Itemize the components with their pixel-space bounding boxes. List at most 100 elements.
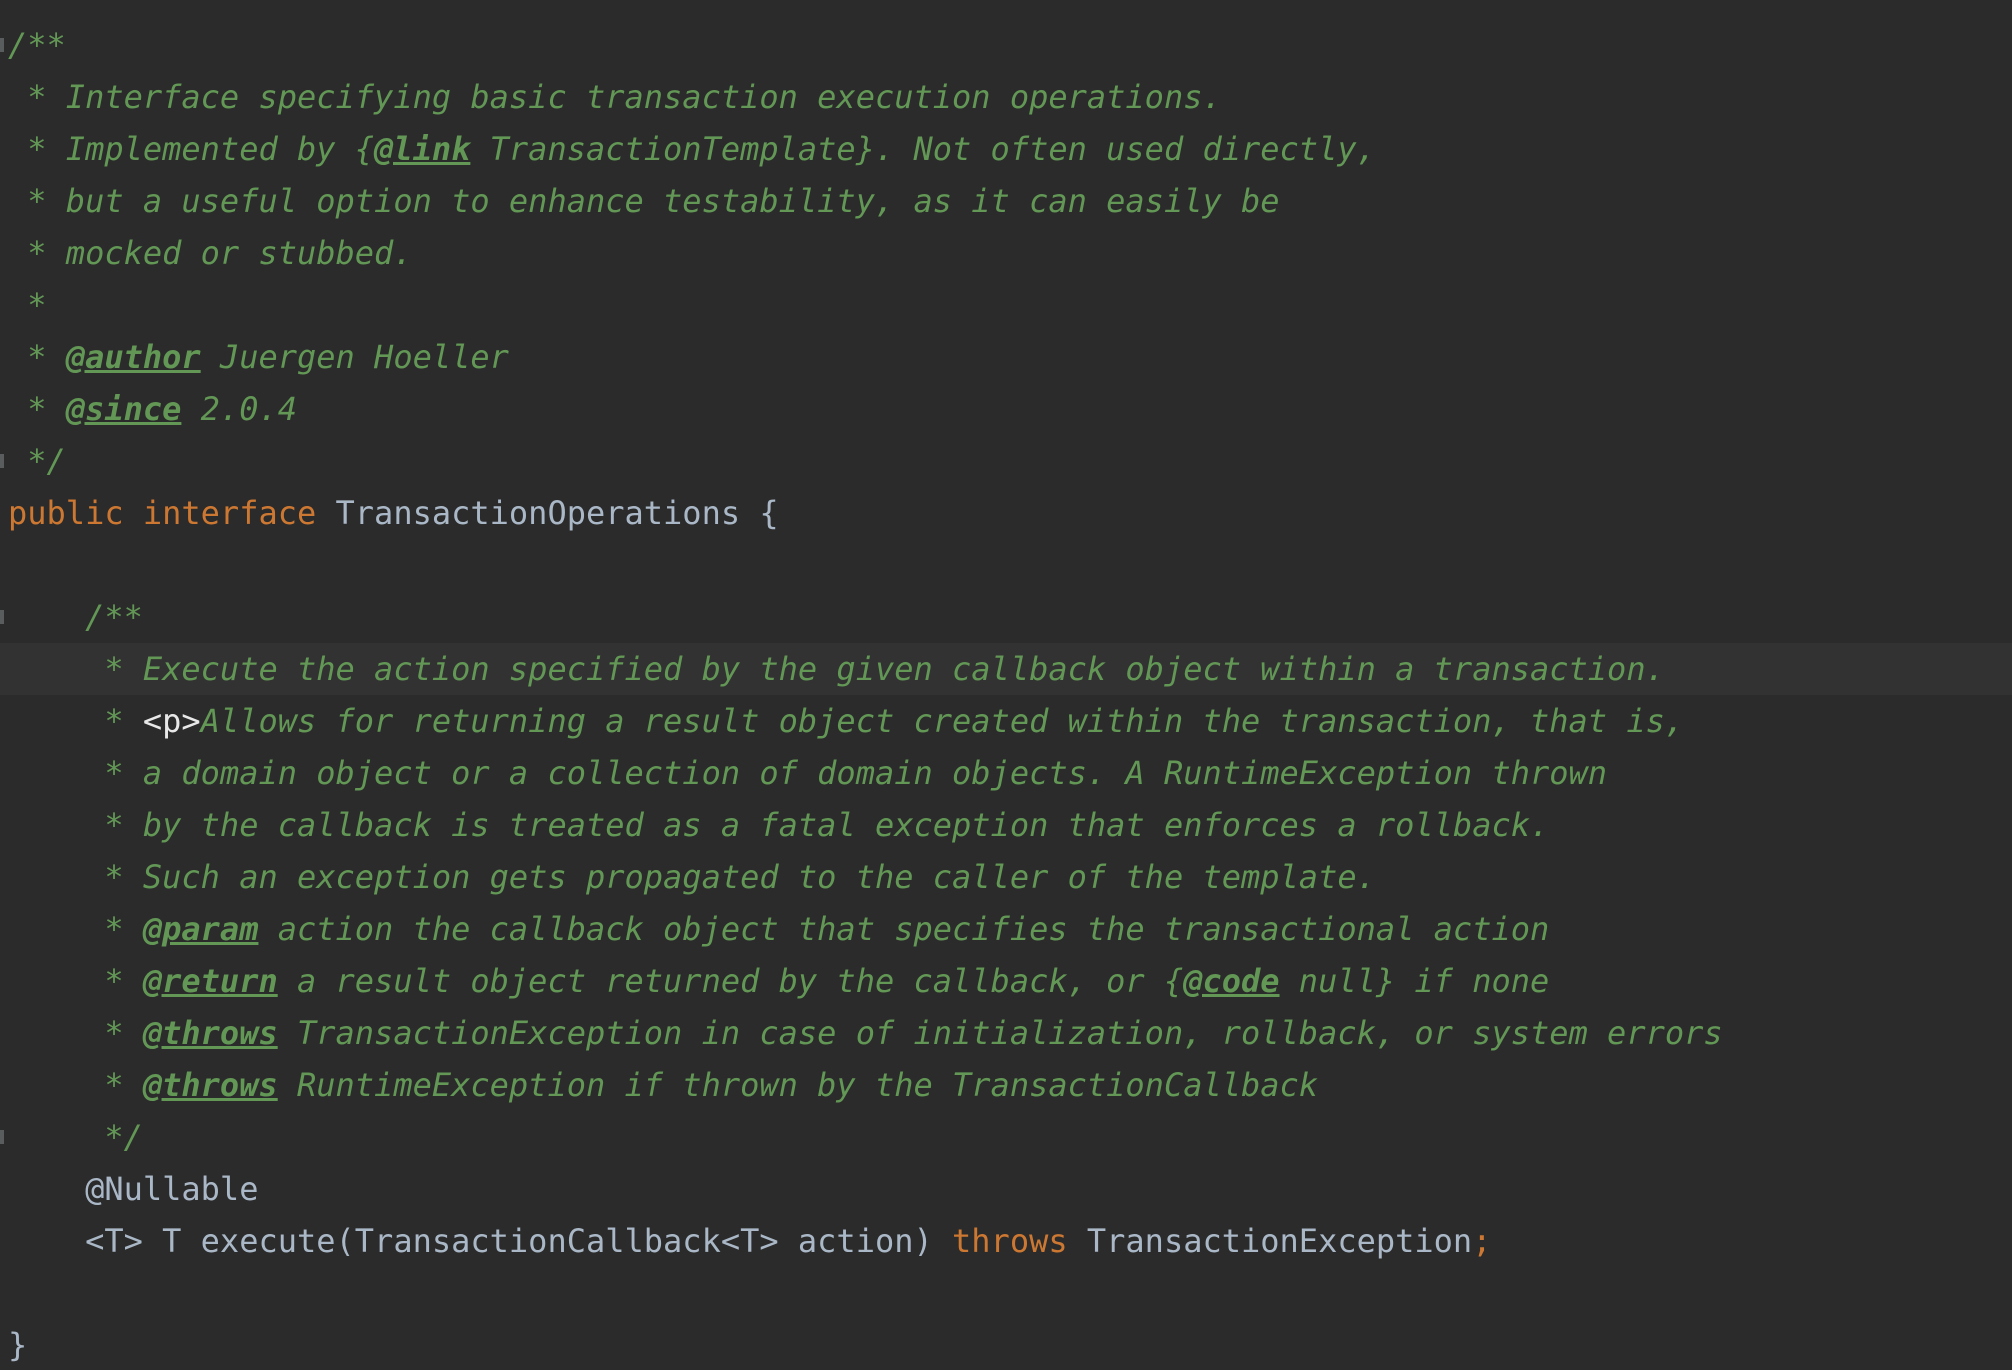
code-token: action the callback object that specifie… (258, 910, 1550, 948)
code-token: * (8, 286, 47, 324)
code-text: /** (8, 19, 66, 71)
code-token: @code (1183, 962, 1280, 1000)
code-line[interactable]: * @author Juergen Hoeller (0, 331, 2012, 383)
code-line[interactable]: * (0, 279, 2012, 331)
code-token: @link (374, 130, 471, 168)
fold-marker-icon[interactable] (0, 610, 4, 624)
code-text: * a domain object or a collection of dom… (8, 747, 1607, 799)
code-token: @return (142, 962, 278, 1000)
code-line[interactable]: * <p>Allows for returning a result objec… (0, 695, 2012, 747)
code-line[interactable]: * Interface specifying basic transaction… (0, 71, 2012, 123)
code-token: * Execute the action specified by the gi… (8, 650, 1665, 688)
code-text: * @since 2.0.4 (8, 383, 297, 435)
code-line[interactable]: * by the callback is treated as a fatal … (0, 799, 2012, 851)
code-line[interactable]: /** (0, 591, 2012, 643)
code-token: * (8, 338, 66, 376)
code-token: RuntimeException if thrown by the Transa… (277, 1066, 1319, 1104)
code-text: * by the callback is treated as a fatal … (8, 799, 1549, 851)
code-text: * (8, 279, 47, 331)
code-token: * Interface specifying basic transaction… (8, 78, 1222, 116)
code-line[interactable]: <T> T execute(TransactionCallback<T> act… (0, 1215, 2012, 1267)
code-token: a result object returned by the callback… (277, 962, 1184, 1000)
code-line[interactable]: * @throws RuntimeException if thrown by … (0, 1059, 2012, 1111)
code-token: @throws (142, 1066, 278, 1104)
code-token: } (8, 1326, 28, 1364)
code-token: <T> T execute(TransactionCallback<T> act… (8, 1222, 953, 1260)
code-line[interactable] (0, 539, 2012, 591)
code-token: /** (8, 598, 143, 636)
code-token: * (8, 702, 143, 740)
fold-marker-icon[interactable] (0, 38, 4, 52)
code-text: <T> T execute(TransactionCallback<T> act… (8, 1215, 1491, 1267)
code-text: */ (8, 435, 66, 487)
code-line[interactable]: * Such an exception gets propagated to t… (0, 851, 2012, 903)
code-token: null} if none (1279, 962, 1550, 1000)
code-text: * Execute the action specified by the gi… (8, 643, 1665, 695)
code-token: throws (952, 1222, 1087, 1260)
code-text: /** (8, 591, 143, 643)
code-text: * <p>Allows for returning a result objec… (8, 695, 1684, 747)
code-editor[interactable]: /** * Interface specifying basic transac… (0, 0, 2012, 1370)
code-text: * @param action the callback object that… (8, 903, 1549, 955)
code-token: */ (8, 442, 66, 480)
code-text: * but a useful option to enhance testabi… (8, 175, 1280, 227)
code-token: interface (142, 494, 336, 532)
code-text: * @throws RuntimeException if thrown by … (8, 1059, 1318, 1111)
code-line[interactable]: } (0, 1319, 2012, 1370)
code-token: * (8, 390, 66, 428)
fold-marker-icon[interactable] (0, 454, 4, 468)
code-token: * but a useful option to enhance testabi… (8, 182, 1280, 220)
code-token: Allows for returning a result object cre… (200, 702, 1685, 740)
code-token: * (8, 910, 143, 948)
code-line[interactable]: * @param action the callback object that… (0, 903, 2012, 955)
code-token: /** (8, 26, 66, 64)
code-token: public (8, 494, 143, 532)
code-line[interactable]: * Implemented by {@link TransactionTempl… (0, 123, 2012, 175)
code-text: } (8, 1319, 27, 1370)
code-token: */ (8, 1118, 143, 1156)
code-line[interactable]: * a domain object or a collection of dom… (0, 747, 2012, 799)
code-line[interactable]: * @return a result object returned by th… (0, 955, 2012, 1007)
code-token: TransactionTemplate}. Not often used dir… (470, 130, 1376, 168)
code-line[interactable]: * @since 2.0.4 (0, 383, 2012, 435)
code-token: @param (142, 910, 259, 948)
code-token: @author (65, 338, 201, 376)
code-text: * @author Juergen Hoeller (8, 331, 509, 383)
code-text: * @return a result object returned by th… (8, 955, 1549, 1007)
code-line[interactable]: */ (0, 1111, 2012, 1163)
code-text: public interface TransactionOperations { (8, 487, 779, 539)
code-line[interactable]: * but a useful option to enhance testabi… (0, 175, 2012, 227)
code-text: * @throws TransactionException in case o… (8, 1007, 1723, 1059)
code-token: TransactionException (1086, 1222, 1473, 1260)
code-line[interactable]: * mocked or stubbed. (0, 227, 2012, 279)
code-text: * Interface specifying basic transaction… (8, 71, 1222, 123)
code-token: * a domain object or a collection of dom… (8, 754, 1608, 792)
code-text: * Implemented by {@link TransactionTempl… (8, 123, 1376, 175)
code-token: TransactionException in case of initiali… (277, 1014, 1723, 1052)
code-line[interactable] (0, 1267, 2012, 1319)
code-token: 2.0.4 (181, 390, 297, 428)
code-text: */ (8, 1111, 143, 1163)
code-line[interactable]: public interface TransactionOperations { (0, 487, 2012, 539)
code-token: * Such an exception gets propagated to t… (8, 858, 1376, 896)
code-text: @Nullable (8, 1163, 258, 1215)
code-line[interactable]: @Nullable (0, 1163, 2012, 1215)
code-line[interactable]: */ (0, 435, 2012, 487)
code-token: * Implemented by { (8, 130, 375, 168)
code-token: TransactionOperations { (335, 494, 779, 532)
code-token: @throws (142, 1014, 278, 1052)
code-line[interactable]: * Execute the action specified by the gi… (0, 643, 2012, 695)
code-line[interactable]: /** (0, 19, 2012, 71)
code-token: * (8, 962, 143, 1000)
code-token: @since (65, 390, 182, 428)
code-text: * mocked or stubbed. (8, 227, 412, 279)
code-line[interactable]: * @throws TransactionException in case o… (0, 1007, 2012, 1059)
code-token: * (8, 1014, 143, 1052)
code-text: * Such an exception gets propagated to t… (8, 851, 1376, 903)
code-token: * by the callback is treated as a fatal … (8, 806, 1550, 844)
code-token: ; (1472, 1222, 1492, 1260)
code-token: <p> (142, 702, 201, 740)
fold-marker-icon[interactable] (0, 1130, 4, 1144)
code-token: * (8, 1066, 143, 1104)
code-token: Juergen Hoeller (200, 338, 509, 376)
